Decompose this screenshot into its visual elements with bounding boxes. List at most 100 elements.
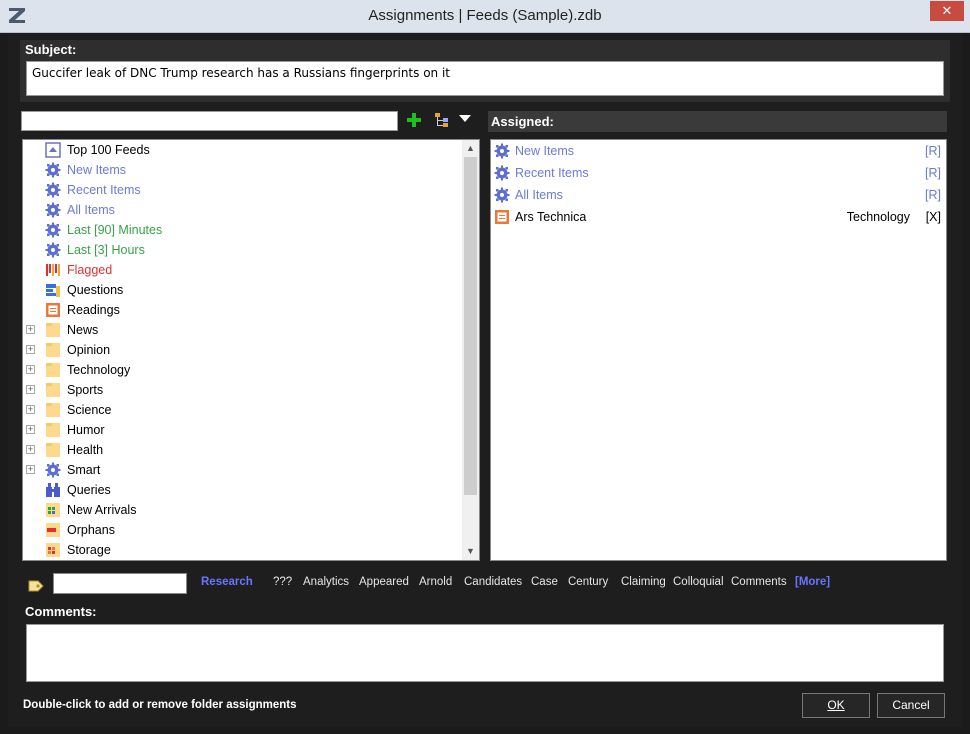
scroll-up-icon[interactable]: ▲: [462, 140, 479, 157]
tree-item[interactable]: Flagged: [23, 260, 463, 280]
assigned-item-label: Ars Technica: [515, 210, 587, 224]
expand-icon[interactable]: +: [26, 405, 35, 414]
folder-icon: [45, 422, 61, 438]
tree-item[interactable]: Readings: [23, 300, 463, 320]
assigned-item[interactable]: Ars Technica Technology [X]: [491, 206, 946, 228]
tree-item-label: Technology: [67, 363, 131, 377]
tag-icon[interactable]: [27, 576, 45, 592]
gear-icon: [494, 165, 510, 181]
readings-icon: [45, 302, 61, 318]
ok-button[interactable]: OK: [802, 693, 870, 718]
tag-link[interactable]: Analytics: [303, 576, 349, 588]
tree-item[interactable]: + Smart: [23, 460, 463, 480]
tag-research[interactable]: Research: [201, 576, 253, 588]
tree-item[interactable]: Top 100 Feeds: [23, 140, 463, 160]
tree-item[interactable]: New Items: [23, 160, 463, 180]
tree-item-label: Recent Items: [67, 183, 141, 197]
tree-item-label: New Items: [67, 163, 127, 177]
expand-icon[interactable]: +: [26, 325, 35, 334]
gear-icon: [45, 162, 61, 178]
assigned-item-tag[interactable]: [R]: [925, 162, 941, 184]
folder-search-input[interactable]: [21, 111, 398, 131]
folder-icon: [45, 402, 61, 418]
add-folder-button[interactable]: [406, 110, 424, 130]
tree-item[interactable]: Last [3] Hours: [23, 240, 463, 260]
expand-icon[interactable]: +: [26, 465, 35, 474]
tag-link[interactable]: Colloquial: [673, 576, 724, 588]
tag-more-link[interactable]: [More]: [795, 576, 830, 588]
assigned-item-tag[interactable]: [X]: [926, 206, 941, 228]
tree-item-label: Last [90] Minutes: [67, 223, 163, 237]
assigned-item-label: New Items: [515, 144, 575, 158]
expand-icon[interactable]: +: [26, 365, 35, 374]
questions-icon: [45, 282, 61, 298]
folder-tree[interactable]: Top 100 Feeds New Items Recent Items All It…: [22, 139, 480, 561]
tree-item[interactable]: Last [90] Minutes: [23, 220, 463, 240]
comments-field[interactable]: [26, 624, 944, 682]
tree-item[interactable]: + Opinion: [23, 340, 463, 360]
tree-item[interactable]: + Health: [23, 440, 463, 460]
tree-item[interactable]: + News: [23, 320, 463, 340]
tree-view-button[interactable]: [434, 112, 474, 130]
assigned-item[interactable]: All Items [R]: [491, 184, 946, 206]
tree-item[interactable]: Queries: [23, 480, 463, 500]
tree-item[interactable]: Recent Items: [23, 180, 463, 200]
cancel-button-label: Cancel: [892, 698, 930, 712]
expand-icon[interactable]: +: [26, 345, 35, 354]
ok-button-label: OK: [827, 698, 845, 712]
tree-item-label: Questions: [67, 283, 124, 297]
tree-scrollbar[interactable]: ▲ ▼: [462, 140, 479, 560]
assigned-list[interactable]: New Items [R] Recent Items [R] All Items [R] A…: [490, 139, 947, 561]
tree-item[interactable]: All Items: [23, 200, 463, 220]
subject-field[interactable]: Guccifer leak of DNC Trump research has …: [26, 61, 944, 96]
tag-link[interactable]: Arnold: [419, 576, 452, 588]
close-button[interactable]: ✕: [930, 1, 964, 21]
assigned-item[interactable]: New Items [R]: [491, 140, 946, 162]
tree-item-label: Sports: [67, 383, 104, 397]
assigned-item[interactable]: Recent Items [R]: [491, 162, 946, 184]
tag-link[interactable]: Comments: [731, 576, 787, 588]
expand-icon[interactable]: +: [26, 445, 35, 454]
tree-item[interactable]: + Science: [23, 400, 463, 420]
cancel-button[interactable]: Cancel: [877, 693, 945, 718]
tree-item[interactable]: Orphans: [23, 520, 463, 540]
tag-link[interactable]: Century: [568, 576, 608, 588]
gear-icon: [45, 242, 61, 258]
scroll-thumb[interactable]: [464, 157, 477, 495]
tree-item[interactable]: + Technology: [23, 360, 463, 380]
expand-icon[interactable]: +: [26, 425, 35, 434]
assigned-item-category: Technology: [846, 210, 910, 224]
tree-item-label: Readings: [67, 303, 120, 317]
folder-icon: [45, 342, 61, 358]
tree-item-label: Flagged: [67, 263, 113, 277]
tree-item[interactable]: Storage: [23, 540, 463, 560]
tree-item-label: Storage: [67, 543, 111, 557]
tag-link[interactable]: Appeared: [359, 576, 409, 588]
status-text: Double-click to add or remove folder ass…: [23, 699, 297, 711]
tree-item-label: News: [67, 323, 99, 337]
assigned-item-tag[interactable]: [R]: [925, 140, 941, 162]
assigned-item-tag[interactable]: [R]: [925, 184, 941, 206]
binoculars-icon: [45, 482, 61, 498]
tree-item-label: Opinion: [67, 343, 111, 357]
tag-link[interactable]: Candidates: [464, 576, 522, 588]
gear-icon: [45, 182, 61, 198]
tag-input[interactable]: [53, 573, 187, 594]
tree-item[interactable]: + Humor: [23, 420, 463, 440]
plus-icon: [407, 113, 421, 127]
tag-link[interactable]: Case: [531, 576, 558, 588]
tree-item-label: Humor: [67, 423, 105, 437]
tree-item[interactable]: + Sports: [23, 380, 463, 400]
tree-item[interactable]: Questions: [23, 280, 463, 300]
tag-link[interactable]: ???: [273, 576, 292, 588]
tree-structure-icon: [435, 113, 448, 127]
expand-icon[interactable]: +: [26, 385, 35, 394]
comments-label: Comments:: [25, 604, 97, 619]
tree-item-label: Queries: [67, 483, 111, 497]
tree-item-label: Last [3] Hours: [67, 243, 145, 257]
scroll-down-icon[interactable]: ▼: [462, 543, 479, 560]
gear-icon: [45, 222, 61, 238]
readings-icon: [494, 209, 510, 225]
tree-item[interactable]: New Arrivals: [23, 500, 463, 520]
tag-link[interactable]: Claiming: [621, 576, 666, 588]
